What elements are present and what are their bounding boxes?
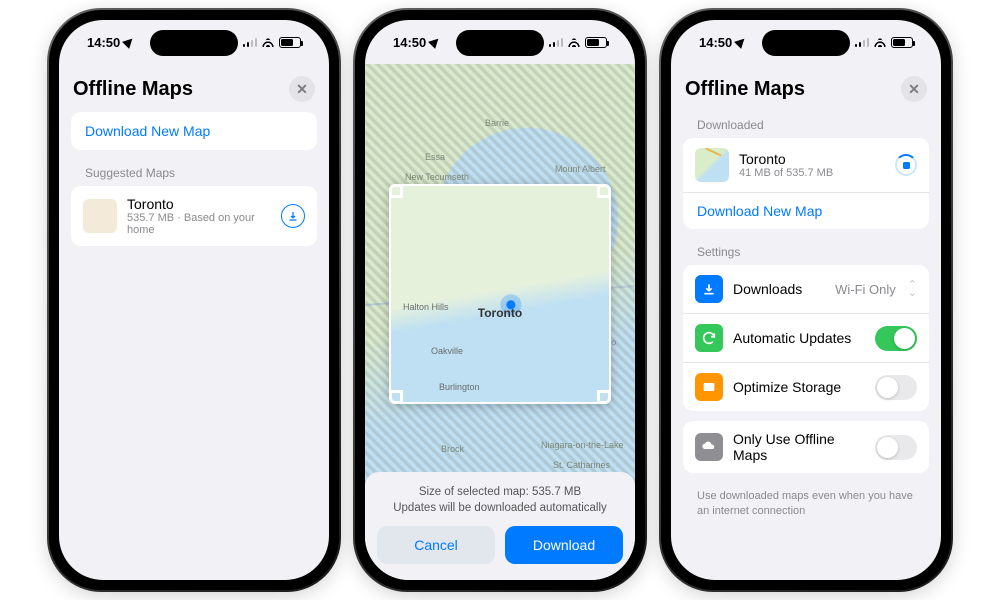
suggested-map-row[interactable]: Toronto 535.7 MB · Based on your home (71, 186, 317, 246)
suggested-map-subtitle: 535.7 MB · Based on your home (127, 212, 271, 236)
dynamic-island (150, 30, 238, 56)
download-button[interactable]: Download (505, 526, 623, 564)
location-icon (734, 35, 748, 49)
dynamic-island (456, 30, 544, 56)
map-label: Oakville (431, 346, 463, 356)
selected-city-label: Toronto (478, 290, 522, 320)
page-title: Offline Maps (685, 78, 805, 101)
settings-header: Settings (683, 239, 929, 265)
wifi-icon (873, 37, 887, 47)
phone-frame-1: 14:50 Offline Maps ✕ Download New Map Su… (49, 10, 339, 590)
selection-box[interactable]: Halton Hills Oakville Burlington Toronto (389, 184, 611, 404)
downloaded-map-name: Toronto (739, 151, 885, 167)
resize-handle-br[interactable] (597, 390, 611, 404)
bottom-sheet: Size of selected map: 535.7 MB Updates w… (365, 472, 635, 580)
downloaded-header: Downloaded (683, 112, 929, 138)
suggested-header: Suggested Maps (71, 160, 317, 186)
battery-icon (585, 37, 607, 48)
cloud-slash-icon (695, 433, 723, 461)
cancel-button[interactable]: Cancel (377, 526, 495, 564)
map-label: Halton Hills (403, 302, 449, 312)
setting-label: Automatic Updates (733, 330, 865, 346)
cellular-icon (549, 37, 564, 47)
setting-label: Only Use Offline Maps (733, 431, 865, 463)
close-button[interactable]: ✕ (901, 76, 927, 102)
stop-download-icon[interactable] (895, 154, 917, 176)
wifi-icon (567, 37, 581, 47)
map-label: Burlington (439, 382, 480, 392)
toggle-offline-only[interactable] (875, 435, 917, 460)
download-arrow-icon (695, 275, 723, 303)
footer-note: Use downloaded maps even when you have a… (683, 483, 929, 525)
download-new-map-button[interactable]: Download New Map (71, 112, 317, 150)
download-icon[interactable] (281, 204, 305, 228)
map-thumbnail (695, 148, 729, 182)
storage-icon (695, 373, 723, 401)
download-new-map-button[interactable]: Download New Map (697, 203, 917, 219)
refresh-icon (695, 324, 723, 352)
wifi-icon (261, 37, 275, 47)
setting-downloads[interactable]: Downloads Wi-Fi Only ⌃⌄ (683, 265, 929, 313)
status-time: 14:50 (393, 35, 426, 50)
toggle-auto-updates[interactable] (875, 326, 917, 351)
downloaded-map-row[interactable]: Toronto 41 MB of 535.7 MB (683, 138, 929, 192)
setting-label: Optimize Storage (733, 379, 865, 395)
page-title: Offline Maps (73, 78, 193, 101)
setting-auto-updates[interactable]: Automatic Updates (683, 313, 929, 362)
phone-frame-3: 14:50 Offline Maps ✕ Downloaded Toronto (661, 10, 951, 590)
map-thumbnail (83, 199, 117, 233)
location-icon (428, 35, 442, 49)
updown-chevron-icon: ⌃⌄ (908, 281, 917, 297)
resize-handle-tl[interactable] (389, 184, 403, 198)
toggle-optimize-storage[interactable] (875, 375, 917, 400)
close-button[interactable]: ✕ (289, 76, 315, 102)
dynamic-island (762, 30, 850, 56)
downloaded-map-progress: 41 MB of 535.7 MB (739, 167, 885, 179)
status-time: 14:50 (699, 35, 732, 50)
resize-handle-tr[interactable] (597, 184, 611, 198)
suggested-map-name: Toronto (127, 196, 271, 212)
updates-line: Updates will be downloaded automatically (377, 500, 623, 516)
location-icon (122, 35, 136, 49)
cellular-icon (243, 37, 258, 47)
setting-label: Downloads (733, 281, 825, 297)
phone-frame-2: 14:50 Barrie Essa New Tecumseth Mount Al… (355, 10, 645, 590)
setting-optimize-storage[interactable]: Optimize Storage (683, 362, 929, 411)
battery-icon (279, 37, 301, 48)
setting-value: Wi-Fi Only (835, 282, 896, 297)
setting-offline-only[interactable]: Only Use Offline Maps (683, 421, 929, 473)
size-line: Size of selected map: 535.7 MB (377, 484, 623, 500)
resize-handle-bl[interactable] (389, 390, 403, 404)
battery-icon (891, 37, 913, 48)
status-time: 14:50 (87, 35, 120, 50)
cellular-icon (855, 37, 870, 47)
